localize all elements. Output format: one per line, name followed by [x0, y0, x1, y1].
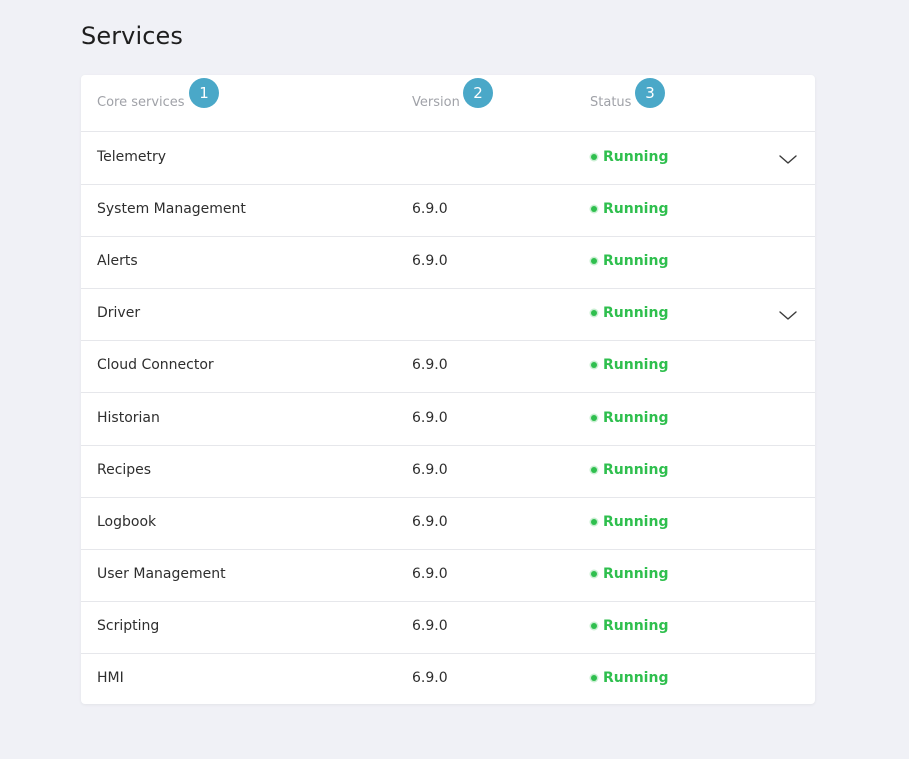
table-row[interactable]: Driver Running — [81, 288, 815, 341]
status-dot-icon — [591, 154, 597, 160]
service-version: 6.9.0 — [412, 462, 448, 478]
table-row: Scripting 6.9.0 Running — [81, 601, 815, 654]
callout-badge-3: 3 — [635, 78, 665, 108]
chevron-down-icon[interactable] — [779, 306, 797, 320]
status-text: Running — [603, 410, 669, 426]
status-dot-icon — [591, 467, 597, 473]
service-name: User Management — [97, 566, 226, 582]
status-dot-icon — [591, 623, 597, 629]
table-row: HMI 6.9.0 Running — [81, 653, 815, 705]
service-version: 6.9.0 — [412, 670, 448, 686]
service-version: 6.9.0 — [412, 410, 448, 426]
service-name: HMI — [97, 670, 124, 686]
service-name: Alerts — [97, 253, 138, 269]
service-version: 6.9.0 — [412, 514, 448, 530]
status-dot-icon — [591, 206, 597, 212]
service-version: 6.9.0 — [412, 566, 448, 582]
status-text: Running — [603, 618, 669, 634]
table-row: Alerts 6.9.0 Running — [81, 236, 815, 289]
column-header-status: Status — [590, 95, 632, 110]
page-title: Services — [81, 22, 184, 50]
column-header-core-services: Core services — [97, 95, 185, 110]
status-text: Running — [603, 253, 669, 269]
service-version: 6.9.0 — [412, 253, 448, 269]
status-text: Running — [603, 566, 669, 582]
status-dot-icon — [591, 571, 597, 577]
callout-badge-1: 1 — [189, 78, 219, 108]
status-dot-icon — [591, 675, 597, 681]
table-header: Core services 1 Version 2 Status 3 — [81, 75, 815, 132]
status-dot-icon — [591, 415, 597, 421]
status-dot-icon — [591, 310, 597, 316]
chevron-down-icon[interactable] — [779, 150, 797, 164]
service-name: Telemetry — [97, 149, 167, 165]
service-name: Recipes — [97, 462, 152, 478]
status-text: Running — [603, 462, 669, 478]
callout-badge-2: 2 — [463, 78, 493, 108]
table-row: Recipes 6.9.0 Running — [81, 445, 815, 498]
status-dot-icon — [591, 362, 597, 368]
service-name: Cloud Connector — [97, 357, 214, 373]
service-name: Historian — [97, 410, 160, 426]
table-row: User Management 6.9.0 Running — [81, 549, 815, 602]
column-header-version: Version — [412, 95, 460, 110]
service-name: Scripting — [97, 618, 160, 634]
table-row: System Management 6.9.0 Running — [81, 184, 815, 237]
table-row: Cloud Connector 6.9.0 Running — [81, 340, 815, 393]
service-version: 6.9.0 — [412, 201, 448, 217]
status-text: Running — [603, 305, 669, 321]
service-version: 6.9.0 — [412, 357, 448, 373]
service-version: 6.9.0 — [412, 618, 448, 634]
status-text: Running — [603, 201, 669, 217]
service-name: System Management — [97, 201, 246, 217]
status-text: Running — [603, 670, 669, 686]
status-dot-icon — [591, 258, 597, 264]
status-text: Running — [603, 357, 669, 373]
core-services-table: Core services 1 Version 2 Status 3 Telem… — [81, 75, 815, 704]
table-row: Historian 6.9.0 Running — [81, 393, 815, 446]
service-name: Driver — [97, 305, 141, 321]
service-name: Logbook — [97, 514, 157, 530]
status-text: Running — [603, 149, 669, 165]
status-dot-icon — [591, 519, 597, 525]
status-text: Running — [603, 514, 669, 530]
table-row[interactable]: Telemetry Running — [81, 132, 815, 185]
table-row: Logbook 6.9.0 Running — [81, 497, 815, 550]
